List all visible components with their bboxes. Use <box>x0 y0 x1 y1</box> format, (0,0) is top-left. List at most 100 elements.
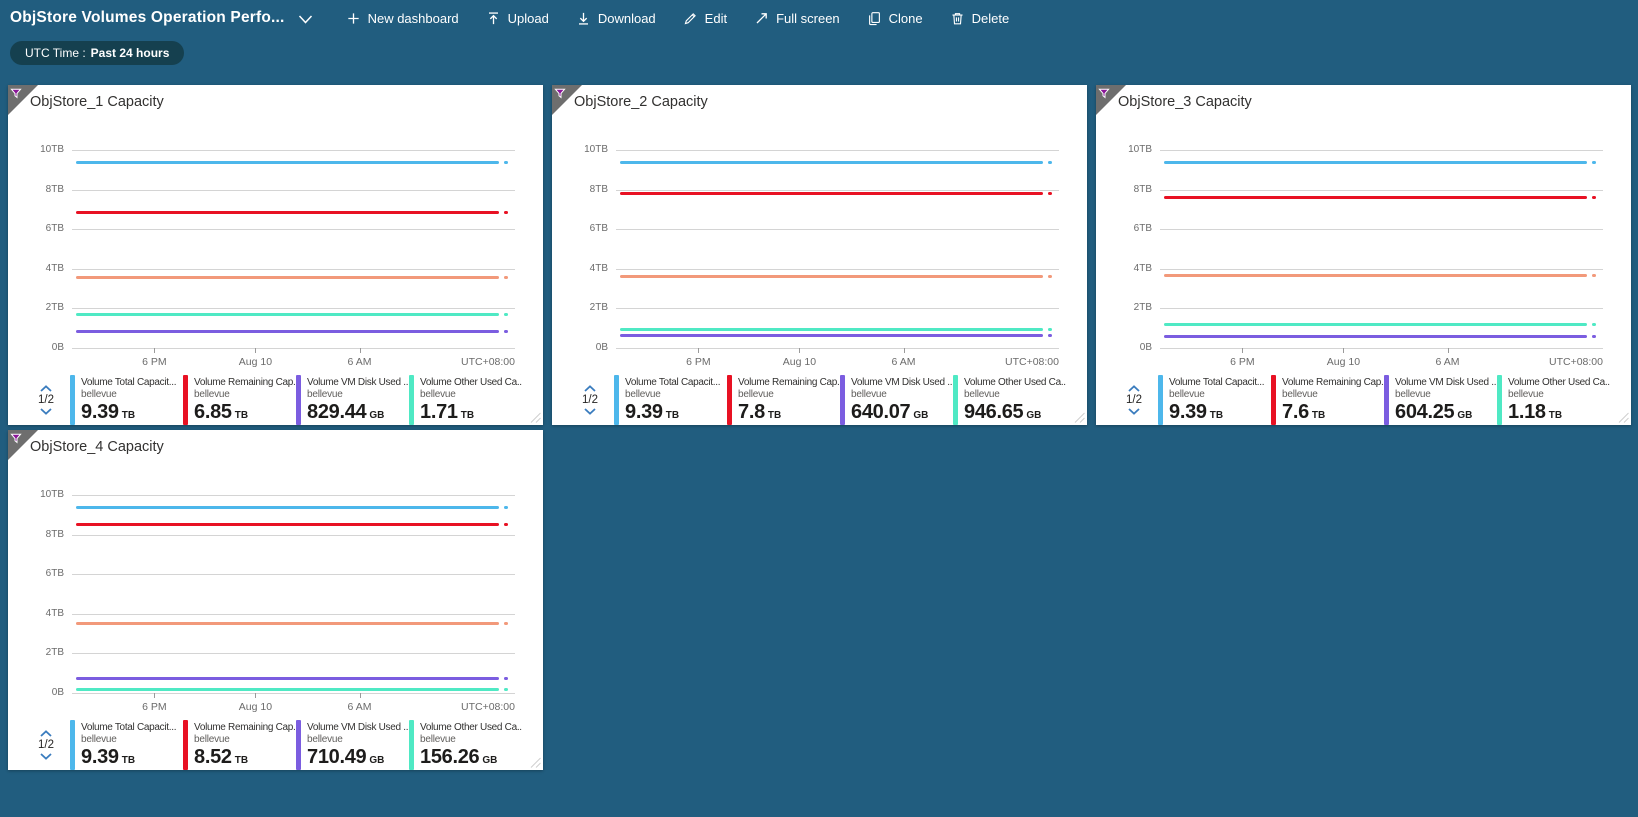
series-endpoint-dot-total <box>1592 161 1596 164</box>
legend-item-other-used[interactable]: Volume Other Used Ca... bellevue 1.18 TB <box>1497 375 1610 425</box>
x-axis-tick <box>255 693 256 698</box>
full-screen-button[interactable]: Full screen <box>754 11 840 26</box>
gridline <box>1160 229 1603 230</box>
legend-resource-name: bellevue <box>1282 389 1384 401</box>
dashboard-title-menu[interactable]: ObjStore Volumes Operation Perfo... <box>10 9 285 27</box>
legend-item-vm-disk[interactable]: Volume VM Disk Used ... bellevue 640.07 … <box>840 375 953 425</box>
pencil-icon <box>683 11 698 26</box>
legend-page-up-button[interactable] <box>36 729 56 738</box>
gridline <box>616 308 1059 309</box>
gridline <box>1160 348 1603 349</box>
button-label: Full screen <box>776 11 840 26</box>
legend-texts: Volume VM Disk Used ... bellevue 829.44 … <box>307 375 409 425</box>
gridline <box>72 269 515 270</box>
series-line-vm-disk <box>620 334 1043 337</box>
legend-value: 710.49 <box>307 746 366 769</box>
legend-texts: Volume Total Capacit... bellevue 9.39 TB <box>81 720 176 770</box>
legend-value: 9.39 <box>625 401 663 424</box>
legend-resource-name: bellevue <box>1508 389 1610 401</box>
chart-legend: 1/2 Volume Total Capacit... bellevue 9.3… <box>1110 375 1625 425</box>
x-axis-label: 6 PM <box>142 356 167 368</box>
legend-page-indicator: 1/2 <box>38 393 54 407</box>
legend-item-other-used[interactable]: Volume Other Used Ca... bellevue 156.26 … <box>409 720 522 770</box>
utc-time-filter-pill[interactable]: UTC Time : Past 24 hours <box>10 41 184 65</box>
legend-value-row: 9.39 TB <box>1169 401 1264 424</box>
legend-metric-name: Volume VM Disk Used ... <box>851 376 953 389</box>
x-axis-tick <box>1343 348 1344 353</box>
legend-texts: Volume Other Used Ca... bellevue 156.26 … <box>420 720 522 770</box>
download-button[interactable]: Download <box>576 11 656 26</box>
y-axis-label: 4TB <box>8 263 64 274</box>
legend-item-remaining[interactable]: Volume Remaining Cap... bellevue 6.85 TB <box>183 375 296 425</box>
legend-item-remaining[interactable]: Volume Remaining Cap... bellevue 7.8 TB <box>727 375 840 425</box>
y-axis-label: 4TB <box>8 608 64 619</box>
gridline <box>1160 308 1603 309</box>
legend-page-down-button[interactable] <box>1124 407 1144 416</box>
button-label: Edit <box>705 11 727 26</box>
legend-item-other-used[interactable]: Volume Other Used Ca... bellevue 946.65 … <box>953 375 1066 425</box>
legend-item-total[interactable]: Volume Total Capacit... bellevue 9.39 TB <box>1158 375 1271 425</box>
legend-page-indicator: 1/2 <box>38 738 54 752</box>
legend-value-row: 7.8 TB <box>738 401 840 424</box>
series-endpoint-dot-other-used <box>504 313 508 316</box>
series-endpoint-dot-remaining <box>504 523 508 526</box>
edit-button[interactable]: Edit <box>683 11 727 26</box>
gridline <box>72 653 515 654</box>
legend-value: 6.85 <box>194 401 232 424</box>
legend-metric-name: Volume VM Disk Used ... <box>1395 376 1497 389</box>
legend-page-up-button[interactable] <box>36 384 56 393</box>
tile-resize-grip[interactable] <box>530 412 541 423</box>
tile-resize-grip[interactable] <box>1618 412 1629 423</box>
legend-color-bar <box>1271 375 1276 425</box>
legend-value-row: 1.71 TB <box>420 401 522 424</box>
legend-item-total[interactable]: Volume Total Capacit... bellevue 9.39 TB <box>70 375 183 425</box>
legend-page-up-button[interactable] <box>580 384 600 393</box>
legend-value-row: 7.6 TB <box>1282 401 1384 424</box>
x-axis-tick <box>360 693 361 698</box>
tile-resize-grip[interactable] <box>530 757 541 768</box>
legend-resource-name: bellevue <box>194 389 296 401</box>
legend-item-total[interactable]: Volume Total Capacit... bellevue 9.39 TB <box>614 375 727 425</box>
series-endpoint-dot-remaining <box>1048 192 1052 195</box>
upload-button[interactable]: Upload <box>486 11 549 26</box>
tile-resize-grip[interactable] <box>1074 412 1085 423</box>
legend-color-bar <box>1497 375 1502 425</box>
delete-button[interactable]: Delete <box>950 11 1010 26</box>
legend-texts: Volume Other Used Ca... bellevue 1.71 TB <box>420 375 522 425</box>
gridline <box>72 348 515 349</box>
legend-item-other-used[interactable]: Volume Other Used Ca... bellevue 1.71 TB <box>409 375 522 425</box>
x-axis-utc-label: UTC+08:00 <box>1005 356 1059 368</box>
legend-page-down-button[interactable] <box>36 752 56 761</box>
legend-item-total[interactable]: Volume Total Capacit... bellevue 9.39 TB <box>70 720 183 770</box>
gridline <box>616 269 1059 270</box>
y-axis-label: 2TB <box>1096 302 1152 313</box>
legend-resource-name: bellevue <box>964 389 1066 401</box>
legend-item-remaining[interactable]: Volume Remaining Cap... bellevue 8.52 TB <box>183 720 296 770</box>
tile-objstore-3: ObjStore_3 Capacity 6 PMAug 106 AMUTC+08… <box>1096 85 1631 425</box>
y-axis-label: 8TB <box>1096 184 1152 195</box>
clone-button[interactable]: Clone <box>867 11 923 26</box>
legend-value: 1.71 <box>420 401 458 424</box>
legend-texts: Volume Total Capacit... bellevue 9.39 TB <box>625 375 720 425</box>
legend-item-vm-disk[interactable]: Volume VM Disk Used ... bellevue 710.49 … <box>296 720 409 770</box>
gridline <box>72 229 515 230</box>
x-axis-tick <box>360 348 361 353</box>
legend-page-up-button[interactable] <box>1124 384 1144 393</box>
legend-unit: GB <box>913 410 928 421</box>
gridline <box>72 574 515 575</box>
legend-item-remaining[interactable]: Volume Remaining Cap... bellevue 7.6 TB <box>1271 375 1384 425</box>
y-axis-label: 2TB <box>8 302 64 313</box>
legend-color-bar <box>1384 375 1389 425</box>
chevron-down-icon[interactable] <box>298 11 313 29</box>
legend-metric-name: Volume Total Capacit... <box>81 721 176 734</box>
legend-page-down-button[interactable] <box>36 407 56 416</box>
legend-item-vm-disk[interactable]: Volume VM Disk Used ... bellevue 829.44 … <box>296 375 409 425</box>
legend-item-vm-disk[interactable]: Volume VM Disk Used ... bellevue 604.25 … <box>1384 375 1497 425</box>
new-dashboard-button[interactable]: New dashboard <box>346 11 459 26</box>
tile-objstore-2: ObjStore_2 Capacity 6 PMAug 106 AMUTC+08… <box>552 85 1087 425</box>
legend-page-down-button[interactable] <box>580 407 600 416</box>
y-axis-label: 6TB <box>8 568 64 579</box>
legend-unit: TB <box>768 410 781 421</box>
legend-color-bar <box>614 375 619 425</box>
plus-icon <box>346 11 361 26</box>
